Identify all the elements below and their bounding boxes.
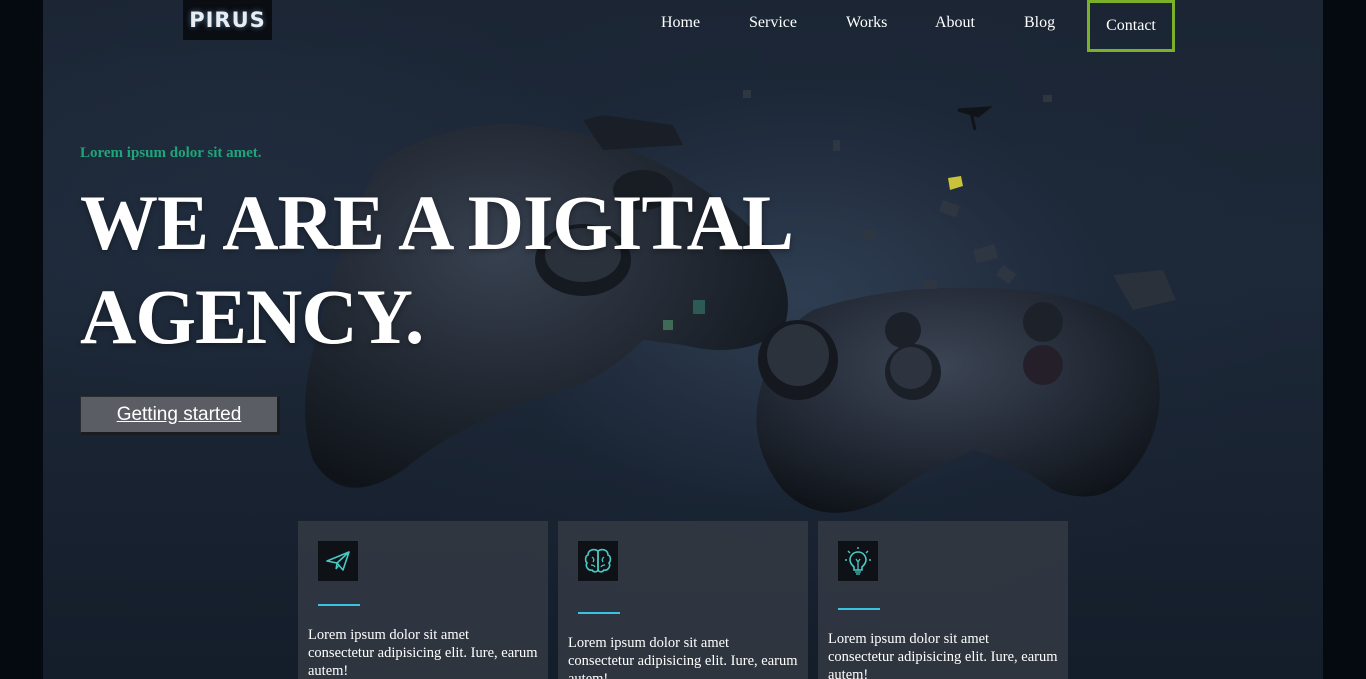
nav-service[interactable]: Service [749, 0, 846, 52]
feature-card: Lorem ipsum dolor sit amet consectetur a… [558, 521, 808, 679]
hero-eyebrow: Lorem ipsum dolor sit amet. [80, 145, 262, 161]
main-nav: Home Service Works About Blog Contact [639, 0, 1175, 52]
hero-headline-line2: AGENCY. [80, 273, 424, 360]
nav-blog[interactable]: Blog [1024, 0, 1087, 52]
logo-text: PIRUS [189, 8, 266, 32]
card-text: Lorem ipsum dolor sit amet consectetur a… [828, 631, 1058, 679]
right-gutter [1323, 0, 1366, 679]
card-divider [838, 608, 880, 610]
feature-card: Lorem ipsum dolor sit amet consectetur a… [298, 521, 548, 679]
brain-icon [578, 541, 618, 581]
paper-plane-icon [318, 541, 358, 581]
nav-works[interactable]: Works [846, 0, 935, 52]
left-gutter [0, 0, 43, 679]
getting-started-button[interactable]: Getting started [80, 396, 280, 435]
card-divider [578, 612, 620, 614]
card-text: Lorem ipsum dolor sit amet consectetur a… [568, 635, 798, 679]
lightbulb-icon [838, 541, 878, 581]
card-divider [318, 604, 360, 606]
hero-headline: WE ARE A DIGITAL AGENCY. [80, 176, 900, 364]
nav-contact-button[interactable]: Contact [1087, 0, 1175, 52]
nav-about[interactable]: About [935, 0, 1024, 52]
feature-card: Lorem ipsum dolor sit amet consectetur a… [818, 521, 1068, 679]
nav-home[interactable]: Home [661, 0, 749, 52]
hero-section: PIRUS Home Service Works About Blog Cont… [43, 0, 1323, 679]
card-text: Lorem ipsum dolor sit amet consectetur a… [308, 627, 538, 679]
hero-headline-line1: WE ARE A DIGITAL [80, 179, 794, 266]
logo[interactable]: PIRUS [183, 0, 272, 40]
